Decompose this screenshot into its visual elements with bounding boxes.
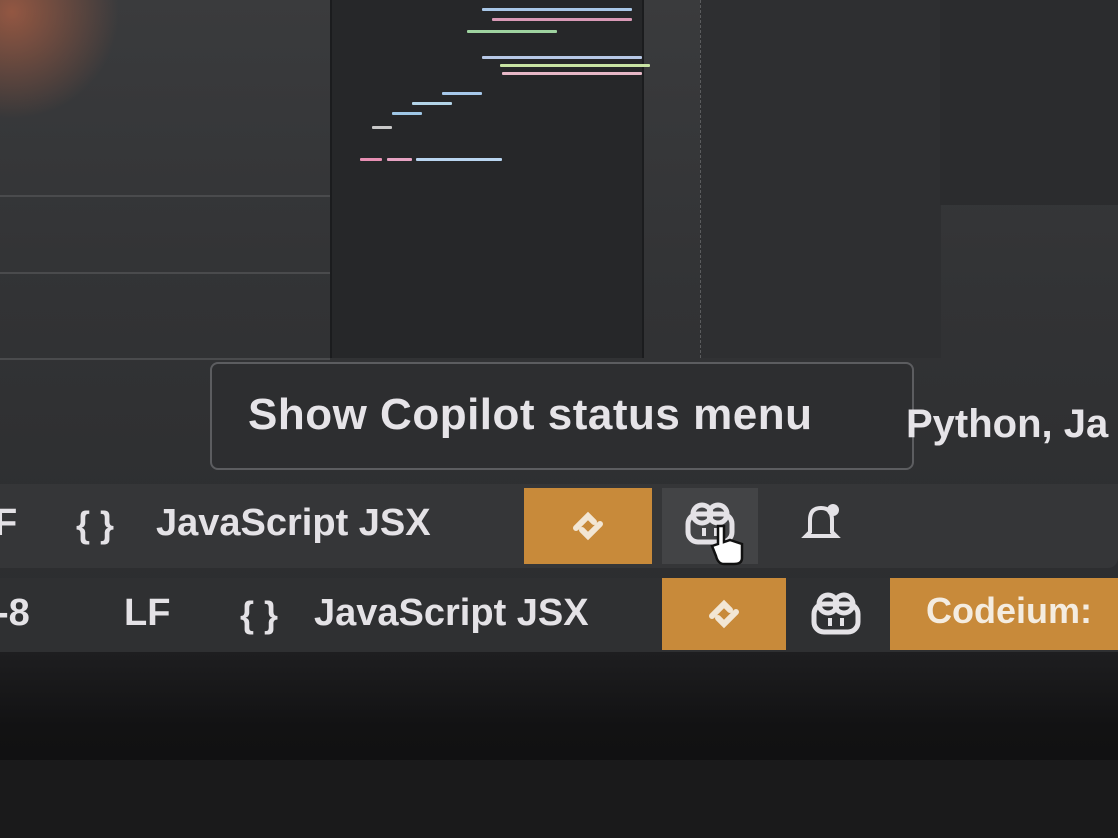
editor-divider: [0, 195, 330, 197]
minimap[interactable]: [330, 0, 650, 358]
screen-glare: [0, 0, 120, 120]
status-item-partial[interactable]: F: [0, 502, 17, 545]
clipped-overlay-text: Python, Ja: [906, 402, 1109, 446]
copilot-icon[interactable]: [808, 590, 864, 638]
braces-icon: { }: [240, 594, 279, 635]
monitor-bezel-edge: [0, 760, 1118, 838]
language-mode-label[interactable]: JavaScript JSX: [314, 592, 589, 635]
sync-icon: [709, 599, 739, 629]
braces-icon: { }: [76, 504, 115, 545]
editor-panel-far: [940, 0, 1118, 205]
sync-button[interactable]: [524, 488, 652, 564]
line-ending-label[interactable]: LF: [124, 592, 170, 635]
editor-panel: [700, 0, 941, 358]
encoding-label[interactable]: -8: [0, 592, 30, 635]
codeium-label: Codeium:: [926, 590, 1092, 631]
hand-pointer-icon: [710, 524, 744, 566]
copilot-status-button[interactable]: [662, 488, 758, 566]
tooltip-text: Show Copilot status menu: [248, 390, 813, 439]
bell-icon[interactable]: [798, 500, 844, 546]
status-bar-bottom: -8 LF { } JavaScript JSX Codeium:: [0, 578, 1118, 652]
sync-button[interactable]: [662, 578, 786, 650]
sync-icon: [573, 511, 603, 541]
codeium-status-button[interactable]: Codeium:: [890, 578, 1118, 650]
editor-divider: [0, 358, 330, 360]
status-bar-top: F { } JavaScript JSX: [0, 484, 1118, 568]
language-mode-label[interactable]: JavaScript JSX: [156, 502, 431, 545]
editor-divider: [0, 272, 330, 274]
